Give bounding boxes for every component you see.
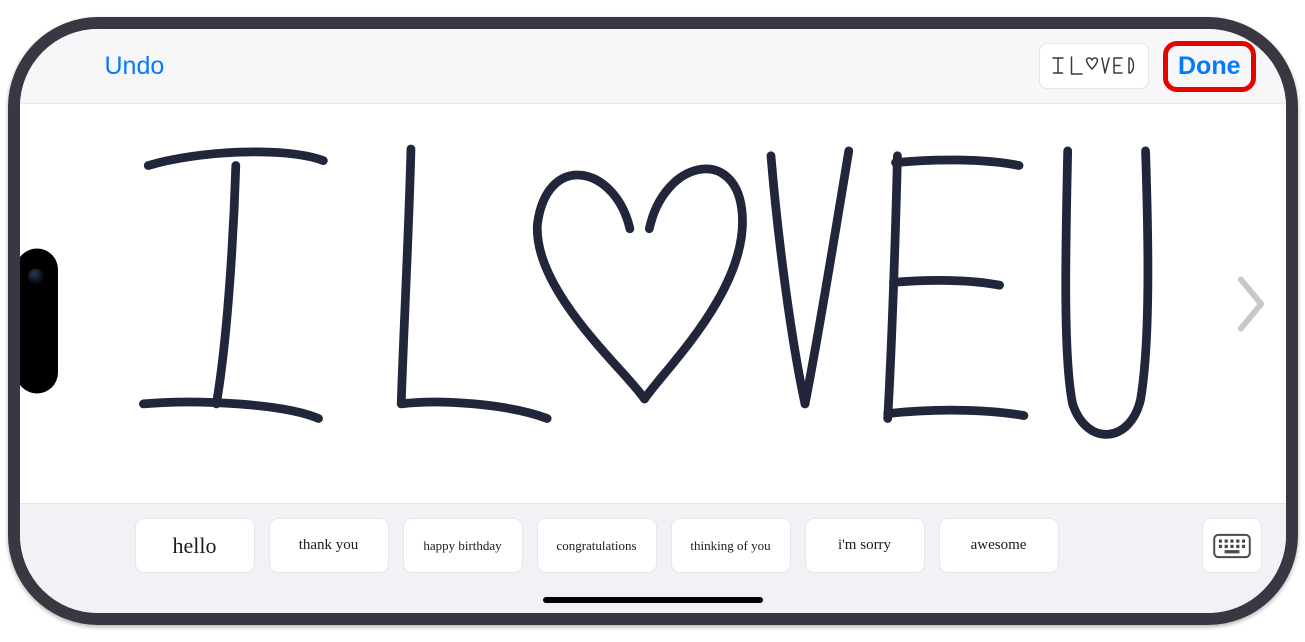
- handwriting-strokes: [75, 112, 1175, 472]
- suggestion-thank-you[interactable]: thank you: [269, 518, 389, 573]
- suggestion-label: happy birthday: [423, 538, 501, 554]
- scroll-right-chevron[interactable]: [1232, 275, 1270, 333]
- handwriting-compose-screen: Undo Done: [20, 29, 1286, 613]
- top-right-group: Done: [1039, 41, 1256, 92]
- suggestion-label: thinking of you: [690, 538, 770, 554]
- home-indicator[interactable]: [543, 597, 763, 603]
- suggestion-label: hello: [173, 533, 217, 559]
- suggestion-label: i'm sorry: [838, 537, 891, 554]
- suggestion-label: congratulations: [556, 538, 636, 554]
- suggestion-awesome[interactable]: awesome: [939, 518, 1059, 573]
- suggestion-congratulations[interactable]: congratulations: [537, 518, 657, 573]
- suggestion-hello[interactable]: hello: [135, 518, 255, 573]
- keyboard-button[interactable]: [1202, 518, 1262, 573]
- top-toolbar: Undo Done: [20, 29, 1286, 104]
- dynamic-island: [16, 249, 58, 394]
- handwriting-preview-thumbnail[interactable]: [1039, 43, 1149, 89]
- suggestion-happy-birthday[interactable]: happy birthday: [403, 518, 523, 573]
- done-button-highlight: Done: [1163, 41, 1256, 92]
- suggestion-label: thank you: [299, 537, 359, 554]
- done-button[interactable]: Done: [1178, 52, 1241, 81]
- keyboard-icon: [1213, 533, 1251, 559]
- suggestion-thinking-of-you[interactable]: thinking of you: [671, 518, 791, 573]
- iphone-frame: Undo Done: [8, 17, 1298, 625]
- suggestion-im-sorry[interactable]: i'm sorry: [805, 518, 925, 573]
- handwriting-canvas[interactable]: [20, 104, 1286, 503]
- preview-thumbnail-svg: [1049, 48, 1139, 84]
- undo-button[interactable]: Undo: [105, 52, 165, 81]
- suggestion-label: awesome: [971, 537, 1027, 554]
